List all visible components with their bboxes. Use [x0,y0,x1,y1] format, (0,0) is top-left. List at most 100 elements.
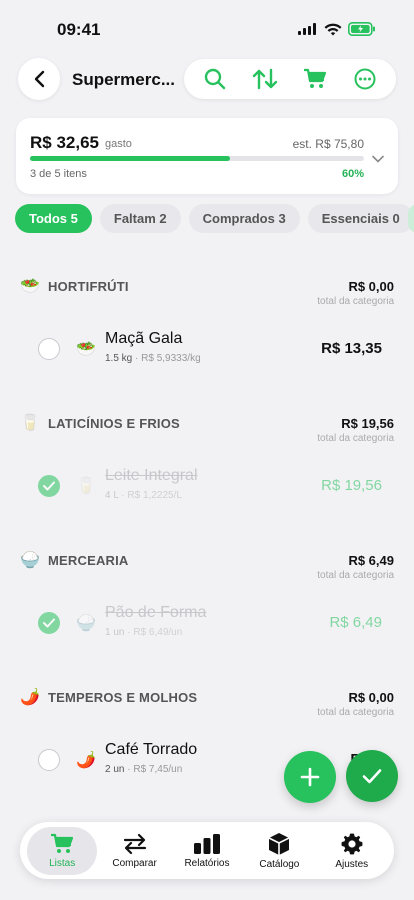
progress-percent: 60% [341,168,364,180]
wifi-icon [324,23,342,35]
checkmark-icon [362,769,382,784]
category-total-label: total da categoria [317,570,394,581]
cart-button[interactable] [299,63,331,95]
filter-chip-overflow[interactable] [408,204,414,233]
tab-label: Comparar [112,857,157,869]
header: Supermerc... [18,58,396,102]
item-meta: 4 L · R$ 1,2225/L [105,490,182,501]
category-total: R$ 19,56 [341,416,394,431]
category-header: 🥗 HORTIFRÚTI R$ 0,00 total da categoria [20,276,394,316]
item-emoji: 🌶️ [76,752,96,769]
category-name: LATICÍNIOS E FRIOS [48,416,180,431]
category-total: R$ 0,00 [348,690,394,705]
category-header: 🥛 LATICÍNIOS E FRIOS R$ 19,56 total da c… [20,413,394,453]
cart-icon [51,833,74,853]
list-item[interactable]: 🥗 Maçã Gala 1.5 kg · R$ 5,9333/kg R$ 13,… [38,328,394,374]
filter-essentials[interactable]: Essenciais 0 [307,204,414,233]
tab-settings[interactable]: Ajustes [317,827,387,875]
filter-missing[interactable]: Faltam 2 [99,204,181,233]
tab-lists[interactable]: Listas [27,826,98,875]
sort-icon [252,68,278,90]
item-checkbox[interactable] [38,749,60,771]
category-total-label: total da categoria [317,707,394,718]
filter-chips: Todos 5 Faltam 2 Comprados 3 Essenciais … [15,204,414,233]
item-emoji: 🥗 [76,341,96,358]
category-total: R$ 6,49 [348,553,394,568]
plus-icon [300,767,320,787]
category-emoji: 🥛 [20,415,40,432]
summary-card[interactable]: R$ 32,65 gasto est. R$ 75,80 3 de 5 iten… [16,118,398,194]
progress-fill [30,156,231,161]
tab-label: Listas [49,857,76,869]
back-button[interactable] [18,58,60,100]
list-item[interactable]: 🌶️ Café Torrado 2 un · R$ 7,45/un R$ 2 [38,739,394,785]
tab-label: Relatórios [184,857,230,869]
add-item-button[interactable] [284,751,336,803]
spent-amount: R$ 32,65 [30,133,99,152]
item-name: Pão de Forma [105,604,207,621]
item-qty: 4 L [105,490,119,501]
more-icon [354,68,376,90]
item-price: R$ 13,35 [321,340,382,357]
category-header: 🌶️ TEMPEROS E MOLHOS R$ 0,00 total da ca… [20,687,394,727]
chevron-down-icon[interactable] [372,150,384,168]
tab-bar: Listas Comparar Relatórios Catálogo Ajus… [20,822,394,879]
category-name: HORTIFRÚTI [48,279,129,294]
status-bar: 09:41 [0,0,414,56]
item-qty: 1 un [105,627,125,638]
progress-bar [30,156,364,161]
category-emoji: 🍚 [20,552,40,569]
gear-icon [341,833,363,854]
category-name: TEMPEROS E MOLHOS [48,690,198,705]
category-total-label: total da categoria [317,433,394,444]
compare-icon [123,833,146,854]
item-meta: 1.5 kg · R$ 5,9333/kg [105,353,201,364]
search-button[interactable] [199,63,231,95]
list-item[interactable]: 🥛 Leite Integral 4 L · R$ 1,2225/L R$ 19… [38,465,394,511]
item-unit-price: R$ 6,49/un [133,627,183,638]
battery-icon [348,22,375,36]
item-unit-price: R$ 5,9333/kg [141,353,201,364]
category-total-label: total da categoria [317,296,394,307]
tab-label: Ajustes [335,858,369,870]
box-icon [269,832,290,855]
category-header: 🍚 MERCEARIA R$ 6,49 total da categoria [20,550,394,590]
status-time: 09:41 [57,20,101,39]
tab-catalog[interactable]: Catálogo [244,827,314,875]
item-qty: 2 un [105,764,125,775]
items-count: 3 de 5 itens [30,168,87,180]
chart-icon [193,833,220,854]
spent-label: gasto [105,138,132,150]
status-icons [298,22,376,36]
filter-bought[interactable]: Comprados 3 [188,204,300,233]
item-checkbox[interactable] [38,338,60,360]
finish-button[interactable] [346,750,398,802]
item-emoji: 🍚 [76,615,96,632]
chevron-left-icon [34,70,45,88]
item-checkbox[interactable] [38,475,60,497]
tab-compare[interactable]: Comparar [100,827,170,875]
search-icon [204,68,226,90]
item-unit-price: R$ 1,2225/L [127,490,182,501]
list-item[interactable]: 🍚 Pão de Forma 1 un · R$ 6,49/un R$ 6,49 [38,602,394,648]
tab-reports[interactable]: Relatórios [172,827,242,875]
filter-all[interactable]: Todos 5 [15,204,92,233]
item-checkbox[interactable] [38,612,60,634]
estimate-amount: est. R$ 75,80 [292,137,364,151]
more-button[interactable] [349,63,381,95]
item-emoji: 🥛 [76,478,96,495]
item-name: Leite Integral [105,467,198,484]
item-meta: 1 un · R$ 6,49/un [105,627,183,638]
item-qty: 1.5 kg [105,353,133,364]
signal-icon [298,23,316,35]
item-meta: 2 un · R$ 7,45/un [105,764,183,775]
page-title: Supermerc... [72,70,175,89]
item-unit-price: R$ 7,45/un [133,764,183,775]
category-emoji: 🌶️ [20,689,40,706]
item-name: Maçã Gala [105,330,183,347]
checkmark-icon [43,618,55,628]
sort-button[interactable] [249,63,281,95]
category-total: R$ 0,00 [348,279,394,294]
cart-icon [304,68,327,88]
item-price: R$ 19,56 [321,477,382,494]
